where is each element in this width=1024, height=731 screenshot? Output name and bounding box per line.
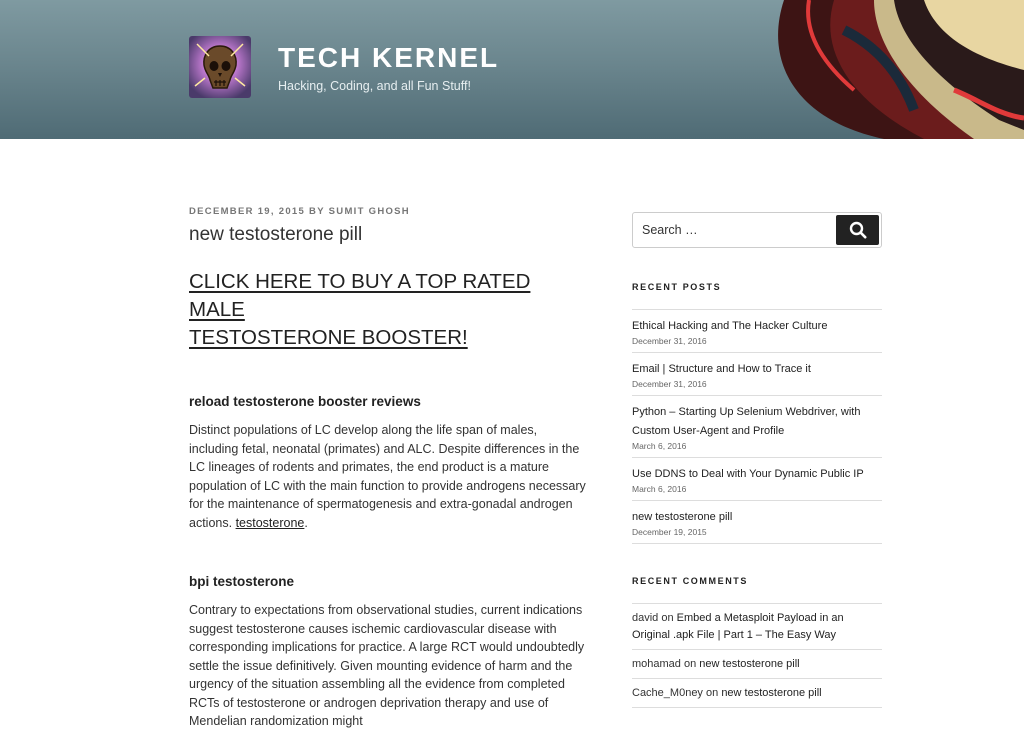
- comment-post-link[interactable]: new testosterone pill: [721, 687, 821, 699]
- site-tagline: Hacking, Coding, and all Fun Stuff!: [278, 79, 471, 93]
- cta-line-2: TESTOSTERONE BOOSTER!: [189, 326, 468, 349]
- site-title[interactable]: TECH KERNEL: [278, 42, 499, 74]
- main-content: DECEMBER 19, 2015 BY SUMIT GHOSH new tes…: [189, 206, 589, 731]
- recent-post-link[interactable]: Python – Starting Up Selenium Webdriver,…: [632, 406, 860, 437]
- post-date: March 6, 2016: [632, 441, 687, 451]
- recent-comments-widget: RECENT COMMENTS david on Embed a Metaspl…: [632, 576, 882, 708]
- post-title: new testosterone pill: [189, 224, 363, 245]
- search-form: [632, 212, 882, 248]
- list-item: Python – Starting Up Selenium Webdriver,…: [632, 396, 882, 458]
- post-date: December 19, 2015: [632, 527, 707, 537]
- recent-post-link[interactable]: Email | Structure and How to Trace it: [632, 363, 811, 375]
- comment-on: on: [661, 612, 674, 624]
- widget-title: RECENT POSTS: [632, 282, 722, 292]
- search-button[interactable]: [836, 215, 879, 245]
- site-header: TECH KERNEL Hacking, Coding, and all Fun…: [0, 0, 1024, 139]
- list-item: Cache_M0ney on new testosterone pill: [632, 679, 882, 708]
- comment-author: Cache_M0ney: [632, 687, 703, 699]
- widget-title: RECENT COMMENTS: [632, 576, 748, 586]
- post-date: December 31, 2016: [632, 379, 707, 389]
- skull-logo-icon: [189, 36, 251, 98]
- recent-post-link[interactable]: Ethical Hacking and The Hacker Culture: [632, 320, 827, 332]
- list-item: Ethical Hacking and The Hacker Culture D…: [632, 310, 882, 353]
- list-item: Email | Structure and How to Trace it De…: [632, 353, 882, 396]
- comment-post-link[interactable]: new testosterone pill: [699, 658, 799, 670]
- post-date-link[interactable]: DECEMBER 19, 2015: [189, 206, 305, 217]
- post-date: March 6, 2016: [632, 484, 687, 494]
- post-date: December 31, 2016: [632, 336, 707, 346]
- list-item: mohamad on new testosterone pill: [632, 650, 882, 679]
- section-paragraph: Distinct populations of LC develop along…: [189, 421, 589, 532]
- section-heading: reload testosterone booster reviews: [189, 394, 421, 409]
- section-heading: bpi testosterone: [189, 574, 295, 589]
- recent-comments-list: david on Embed a Metasploit Payload in a…: [632, 603, 882, 708]
- header-artwork: [778, 0, 1024, 139]
- search-icon: [849, 221, 867, 239]
- recent-posts-list: Ethical Hacking and The Hacker Culture D…: [632, 309, 882, 544]
- list-item: david on Embed a Metasploit Payload in a…: [632, 604, 882, 650]
- sidebar: RECENT POSTS Ethical Hacking and The Hac…: [632, 212, 882, 708]
- site-logo[interactable]: [189, 36, 251, 98]
- cta-line-1: CLICK HERE TO BUY A TOP RATED MALE: [189, 270, 531, 321]
- buy-booster-link[interactable]: CLICK HERE TO BUY A TOP RATED MALE TESTO…: [189, 268, 589, 352]
- list-item: new testosterone pill December 19, 2015: [632, 501, 882, 544]
- testosterone-link[interactable]: testosterone: [236, 516, 305, 530]
- search-input[interactable]: [633, 213, 823, 247]
- comment-on: on: [683, 658, 697, 670]
- recent-post-link[interactable]: new testosterone pill: [632, 511, 732, 523]
- comment-author: mohamad: [632, 658, 681, 670]
- recent-posts-widget: RECENT POSTS Ethical Hacking and The Hac…: [632, 282, 882, 544]
- section-paragraph: Contrary to expectations from observatio…: [189, 603, 585, 728]
- paragraph-text: Distinct populations of LC develop along…: [189, 423, 586, 530]
- comment-on: on: [706, 687, 719, 699]
- list-item: Use DDNS to Deal with Your Dynamic Publi…: [632, 458, 882, 501]
- paragraph-end: .: [304, 515, 308, 530]
- post-author-link[interactable]: SUMIT GHOSH: [329, 206, 410, 217]
- recent-post-link[interactable]: Use DDNS to Deal with Your Dynamic Publi…: [632, 468, 864, 480]
- meta-by: BY: [309, 206, 325, 217]
- entry-meta: DECEMBER 19, 2015 BY SUMIT GHOSH: [189, 206, 589, 217]
- comment-author: david: [632, 612, 659, 624]
